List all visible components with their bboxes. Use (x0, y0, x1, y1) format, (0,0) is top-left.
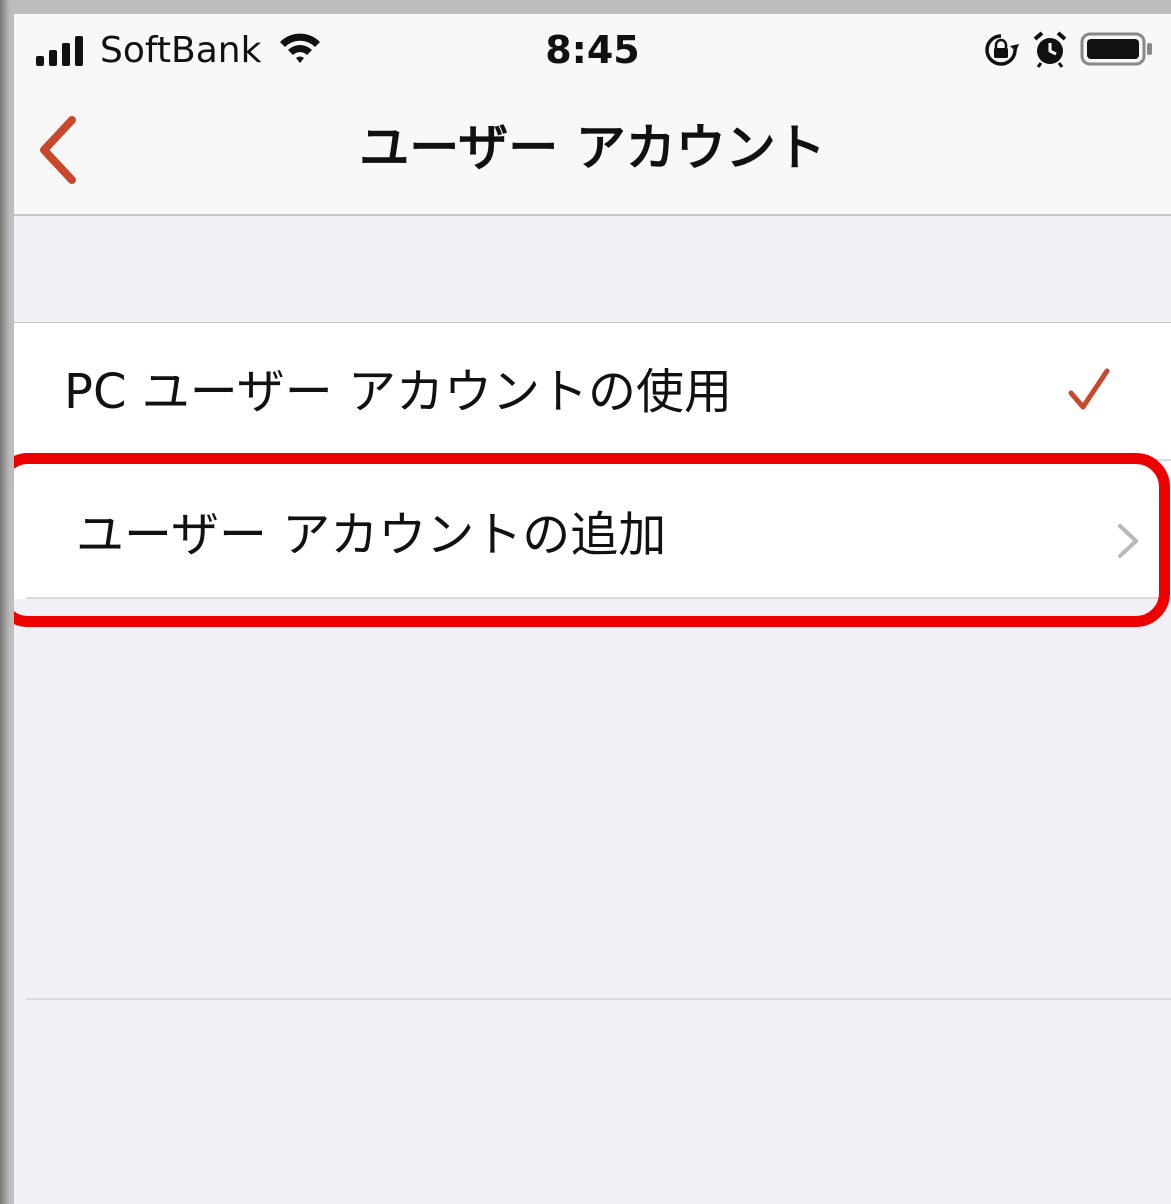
checkmark-icon (1068, 368, 1110, 410)
list-item-label: ユーザー アカウントの追加 (76, 507, 667, 563)
status-bar: SoftBank 8:45 (14, 14, 1171, 90)
list-item-label: PC ユーザー アカウントの使用 (64, 364, 733, 420)
battery-icon (1080, 32, 1152, 66)
chevron-right-icon (1118, 524, 1138, 558)
page-title: ユーザー アカウント (359, 119, 826, 177)
phone-screen: SoftBank 8:45 ユーザー アカウント PC ユーザー アカウントの使… (14, 14, 1171, 1204)
background-panel (26, 614, 1171, 1000)
row-separator (26, 597, 1171, 599)
alarm-icon (1033, 31, 1067, 68)
rotation-lock-icon (985, 34, 1019, 66)
navigation-bar: ユーザー アカウント (14, 90, 1171, 216)
list-item-use-pc-account[interactable]: PC ユーザー アカウントの使用 (14, 323, 1171, 461)
list-item-add-account[interactable]: ユーザー アカウントの追加 (14, 461, 1171, 599)
settings-list: PC ユーザー アカウントの使用 ユーザー アカウントの追加 (14, 322, 1171, 599)
